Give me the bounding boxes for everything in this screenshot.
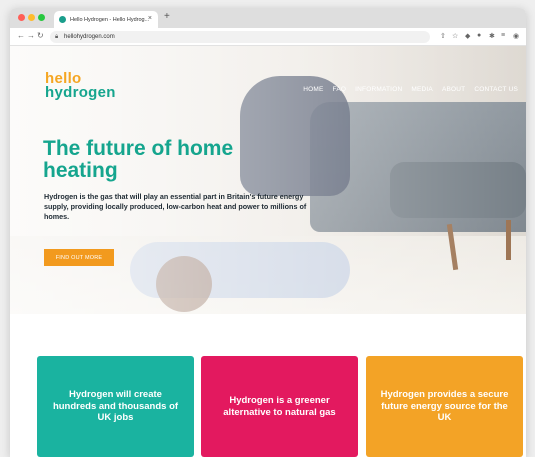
tab-close-icon[interactable]: × [148,15,152,22]
hero-headline: The future of home heating [43,137,234,183]
star-icon[interactable]: ☆ [452,32,458,40]
feature-card-text: Hydrogen will create hundreds and thousa… [52,388,179,424]
nav-media[interactable]: MEDIA [411,86,433,93]
feature-card-text: Hydrogen is a greener alternative to nat… [223,394,336,418]
site-logo[interactable]: hello hydrogen [45,71,116,102]
feature-card-jobs[interactable]: Hydrogen will create hundreds and thousa… [37,356,194,457]
browser-tab[interactable]: Hello Hydrogen - Hello Hydrog... × [54,11,158,28]
feature-card-text: Hydrogen provides a secure future energy… [380,388,509,424]
address-bar[interactable]: 🔒︎ hellohydrogen.com [50,31,430,43]
favicon-icon [59,16,66,23]
web-page: hello hydrogen HOME FAQ INFORMATION MEDI… [10,46,526,457]
nav-home[interactable]: HOME [303,86,323,93]
minimize-window-button[interactable] [28,14,35,21]
main-nav: HOME FAQ INFORMATION MEDIA ABOUT CONTACT… [303,86,518,93]
url-text: hellohydrogen.com [64,34,115,40]
feature-card-greener[interactable]: Hydrogen is a greener alternative to nat… [201,356,358,457]
new-tab-button[interactable]: + [164,11,170,22]
profile-icon[interactable]: ◉ [513,32,519,40]
nav-information[interactable]: INFORMATION [355,86,402,93]
logo-hydrogen: hydrogen [45,84,116,102]
extension-icon[interactable]: ◆ [465,32,470,40]
hero-section: hello hydrogen HOME FAQ INFORMATION MEDI… [10,46,526,314]
puzzle-icon[interactable]: ✱ [489,32,495,40]
browser-window: Hello Hydrogen - Hello Hydrog... × + ← →… [10,8,526,457]
browser-toolbar: ← → ↻ 🔒︎ hellohydrogen.com ⇧ ☆ ◆ ● ✱ ≡ ◉ [10,28,526,46]
close-window-button[interactable] [18,14,25,21]
lock-icon: 🔒︎ [55,34,59,40]
tab-title: Hello Hydrogen - Hello Hydrog... [70,16,150,23]
menu-list-icon[interactable]: ≡ [501,32,505,39]
reload-icon[interactable]: ↻ [37,31,44,40]
tab-strip: Hello Hydrogen - Hello Hydrog... × + [10,8,526,28]
share-icon[interactable]: ⇧ [440,32,446,40]
nav-faq[interactable]: FAQ [333,86,347,93]
maximize-window-button[interactable] [38,14,45,21]
extension-red-icon[interactable]: ● [477,32,481,39]
feature-card-secure[interactable]: Hydrogen provides a secure future energy… [366,356,523,457]
back-arrow-icon[interactable]: ← [17,31,25,40]
forward-arrow-icon[interactable]: → [27,31,35,40]
nav-contact-us[interactable]: CONTACT US [474,86,518,93]
feature-cards: Hydrogen will create hundreds and thousa… [37,356,523,457]
hero-subtext: Hydrogen is the gas that will play an es… [44,192,307,222]
nav-about[interactable]: ABOUT [442,86,465,93]
find-out-more-button[interactable]: FIND OUT MORE [44,249,114,266]
